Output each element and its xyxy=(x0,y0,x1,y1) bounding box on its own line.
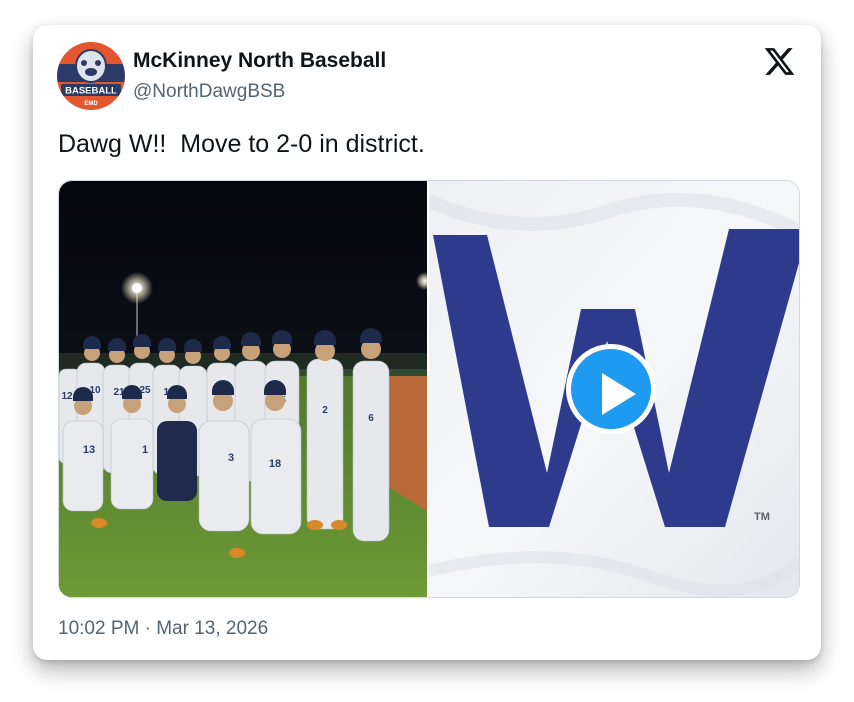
avatar-wordmark: BASEBALL xyxy=(65,86,117,97)
tweet-timestamp[interactable]: 10:02 PM · Mar 13, 2026 xyxy=(58,618,268,640)
avatar-subtext: EMD xyxy=(84,101,98,107)
svg-text:18: 18 xyxy=(269,458,281,470)
play-icon xyxy=(602,373,636,415)
media-container[interactable]: 12 10 21 25 15 6 5 2 6 xyxy=(58,180,800,598)
svg-text:1: 1 xyxy=(142,444,148,456)
tweet-card[interactable]: BASEBALL EMD McKinney North Baseball @No… xyxy=(33,25,821,660)
tweet-text: Dawg W!! Move to 2-0 in district. xyxy=(58,130,425,158)
svg-text:6: 6 xyxy=(368,413,374,424)
display-name[interactable]: McKinney North Baseball xyxy=(133,49,386,73)
team-photo[interactable]: 12 10 21 25 15 6 5 2 6 xyxy=(59,181,434,597)
x-logo-icon[interactable] xyxy=(763,45,796,78)
svg-text:13: 13 xyxy=(83,444,95,456)
svg-text:2: 2 xyxy=(322,405,328,416)
trademark-mark: TM xyxy=(754,511,770,523)
user-handle[interactable]: @NorthDawgBSB xyxy=(133,81,285,103)
avatar[interactable]: BASEBALL EMD xyxy=(57,42,125,110)
play-button[interactable] xyxy=(566,344,656,434)
w-flag-video[interactable]: TM xyxy=(426,181,799,597)
svg-text:3: 3 xyxy=(228,452,234,464)
svg-text:12: 12 xyxy=(61,391,73,402)
